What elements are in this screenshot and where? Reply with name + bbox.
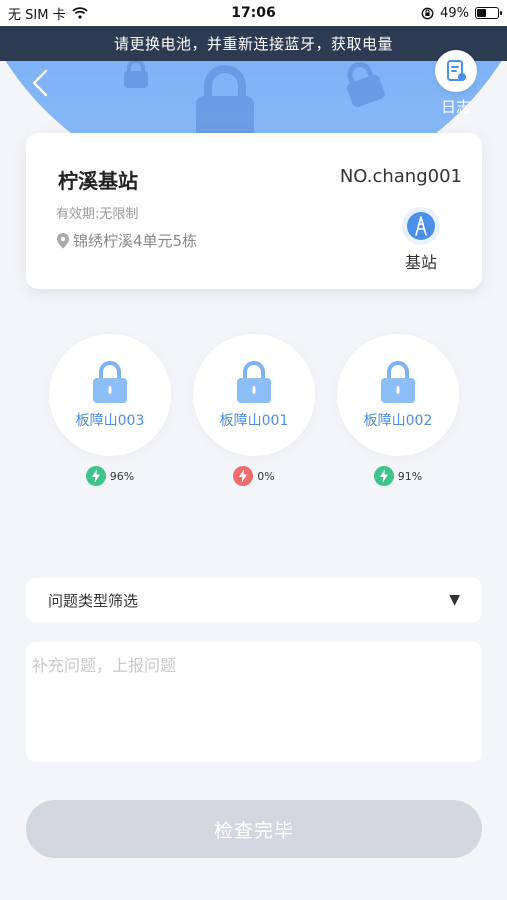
lock-name: 板障山002 bbox=[363, 413, 433, 429]
log-label: 日志 bbox=[440, 98, 471, 116]
base-station-label: 基站 bbox=[404, 253, 437, 272]
orientation-lock-icon bbox=[421, 7, 434, 19]
lock-battery: 0% bbox=[193, 466, 315, 486]
lock-battery-level: 96% bbox=[109, 469, 135, 483]
inspection-complete-button[interactable]: 检查完毕 bbox=[26, 800, 482, 858]
status-time: 17:06 bbox=[231, 5, 276, 21]
station-validity: 有效期:无限制 bbox=[56, 207, 139, 222]
status-bar: 无 SIM 卡 17:06 49% bbox=[0, 0, 507, 26]
base-station-icon bbox=[402, 207, 440, 245]
log-button[interactable]: 日志 bbox=[428, 50, 484, 120]
station-name: 柠溪基站 bbox=[58, 169, 138, 193]
padlock-icon bbox=[237, 361, 271, 403]
battery-percent: 49% bbox=[440, 5, 469, 21]
lock-battery: 91% bbox=[337, 466, 459, 486]
lightning-icon bbox=[373, 466, 394, 486]
carrier-label: 无 SIM 卡 bbox=[8, 7, 66, 23]
lock-item[interactable]: 板障山001 0% bbox=[193, 334, 315, 486]
chevron-left-icon bbox=[32, 69, 48, 97]
lock-name: 板障山003 bbox=[75, 413, 145, 429]
decorative-lock-icon bbox=[196, 65, 254, 140]
log-icon-circle bbox=[435, 50, 477, 92]
station-number: NO.chang001 bbox=[339, 166, 462, 187]
lock-button[interactable]: 板障山002 bbox=[337, 334, 459, 456]
station-address: 锦绣柠溪4单元5栋 bbox=[56, 230, 197, 251]
battery-icon bbox=[475, 7, 502, 19]
lock-item[interactable]: 板障山003 96% bbox=[49, 334, 171, 486]
location-pin-icon bbox=[57, 233, 69, 249]
lock-name: 板障山001 bbox=[219, 413, 289, 429]
lightning-icon bbox=[85, 466, 106, 486]
decorative-lock-icon bbox=[124, 59, 148, 88]
lightning-icon bbox=[233, 466, 254, 486]
back-button[interactable] bbox=[30, 68, 60, 102]
caret-down-icon: ▼ bbox=[449, 592, 460, 608]
filter-label: 问题类型筛选 bbox=[48, 591, 139, 610]
document-log-icon bbox=[447, 60, 466, 81]
problem-type-filter[interactable]: 问题类型筛选 ▼ bbox=[26, 578, 482, 622]
station-card: 柠溪基站 NO.chang001 有效期:无限制 锦绣柠溪4单元5栋 基站 bbox=[26, 133, 482, 289]
problem-report-input[interactable] bbox=[26, 642, 482, 762]
lock-button[interactable]: 板障山003 bbox=[49, 334, 171, 456]
battery-fill bbox=[477, 9, 486, 17]
lock-battery-level: 91% bbox=[397, 469, 423, 483]
lock-button[interactable]: 板障山001 bbox=[193, 334, 315, 456]
lock-item[interactable]: 板障山002 91% bbox=[337, 334, 459, 486]
padlock-icon bbox=[381, 361, 415, 403]
padlock-icon bbox=[93, 361, 127, 403]
station-address-text: 锦绣柠溪4单元5栋 bbox=[73, 232, 198, 250]
lock-battery: 96% bbox=[49, 466, 171, 486]
lock-battery-level: 0% bbox=[257, 469, 275, 483]
wifi-icon bbox=[71, 7, 88, 19]
